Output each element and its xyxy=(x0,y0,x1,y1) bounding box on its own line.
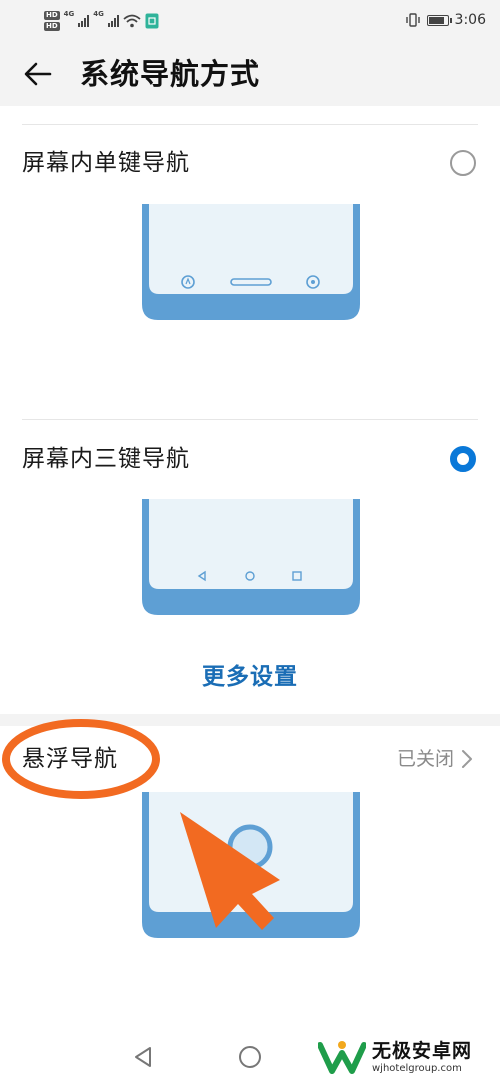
page-title: 系统导航方式 xyxy=(80,57,261,91)
nav-back-button[interactable] xyxy=(126,1040,160,1074)
vibrate-icon xyxy=(405,13,420,27)
clock: 3:06 xyxy=(454,12,486,28)
floating-navigation-illustration xyxy=(142,792,360,940)
nav-home-button[interactable] xyxy=(233,1040,267,1074)
option-label: 屏幕内单键导航 xyxy=(22,150,190,176)
signal-icon xyxy=(78,15,90,27)
network-type-1: 4G xyxy=(63,10,75,18)
radio-button-single-key[interactable] xyxy=(450,150,476,176)
triangle-back-icon xyxy=(135,1047,151,1067)
floating-navigation-label: 悬浮导航 xyxy=(22,746,118,772)
section-separator xyxy=(0,714,500,726)
battery-icon xyxy=(426,14,452,26)
watermark-title: 无极安卓网 xyxy=(372,1039,473,1062)
divider xyxy=(22,419,478,420)
hd-badge-2: HD xyxy=(44,22,60,31)
chevron-right-icon xyxy=(462,750,472,768)
watermark-text: 无极安卓网 wjhotelgroup.com xyxy=(372,1040,472,1075)
back-arrow-icon xyxy=(24,62,52,86)
single-key-illustration xyxy=(142,204,360,322)
hd-badge-1: HD xyxy=(44,11,60,20)
back-button[interactable] xyxy=(18,54,58,94)
option-single-key[interactable]: 屏幕内单键导航 xyxy=(0,134,500,194)
floating-navigation-row[interactable]: 悬浮导航 已关闭 xyxy=(0,730,500,790)
three-key-illustration xyxy=(142,499,360,617)
hd-indicators: HD HD xyxy=(44,11,60,31)
watermark-logo-icon xyxy=(318,1041,366,1074)
signal-icon-2 xyxy=(107,15,119,27)
status-right: 3:06 xyxy=(405,10,486,30)
network-type-2: 4G xyxy=(93,10,104,18)
divider xyxy=(22,124,478,125)
wifi-icon xyxy=(123,14,141,28)
watermark-url: wjhotelgroup.com xyxy=(372,1062,462,1074)
status-bar: HD HD 4G 4G 3:06 xyxy=(0,0,500,42)
option-three-key[interactable]: 屏幕内三键导航 xyxy=(0,430,500,490)
app-header: 系统导航方式 xyxy=(0,42,500,106)
option-label: 屏幕内三键导航 xyxy=(22,446,190,472)
status-left: HD HD 4G 4G xyxy=(44,8,159,34)
watermark: 无极安卓网 wjhotelgroup.com xyxy=(318,1034,496,1080)
more-settings-link[interactable]: 更多设置 xyxy=(0,655,500,699)
floating-navigation-status: 已关闭 xyxy=(396,748,454,770)
sim-icon xyxy=(145,13,159,29)
circle-home-icon xyxy=(239,1046,261,1068)
battery-fill xyxy=(428,16,444,24)
radio-button-three-key[interactable] xyxy=(450,446,476,472)
